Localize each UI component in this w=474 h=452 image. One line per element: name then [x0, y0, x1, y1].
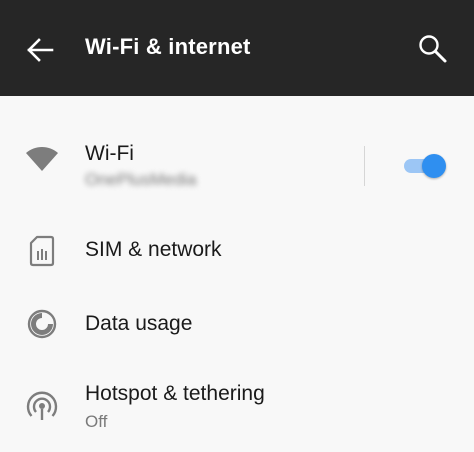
- arrow-back-icon: [27, 38, 54, 62]
- search-button[interactable]: [412, 28, 454, 70]
- back-button[interactable]: [20, 30, 60, 70]
- data-usage-label: Data usage: [85, 312, 193, 335]
- list-item-data-usage[interactable]: Data usage: [0, 296, 474, 352]
- hotspot-icon-wrap: [22, 386, 62, 426]
- data-usage-icon-wrap: [22, 304, 62, 344]
- wifi-icon-wrap: [22, 139, 62, 179]
- wifi-icon: [26, 147, 58, 171]
- list-item-hotspot-tethering[interactable]: Hotspot & tethering Off: [0, 368, 474, 440]
- hotspot-icon: [26, 391, 58, 420]
- wifi-toggle[interactable]: [402, 154, 446, 178]
- sim-card-icon: [29, 235, 55, 267]
- wifi-network-name: OnePlusMedia: [85, 170, 197, 189]
- wifi-divider: [364, 146, 365, 186]
- data-usage-icon: [27, 309, 57, 339]
- sim-network-label: SIM & network: [85, 238, 222, 261]
- wifi-label: Wi-Fi: [85, 142, 134, 165]
- settings-list: Wi-Fi OnePlusMedia SIM & network Data us…: [0, 96, 474, 452]
- search-icon: [419, 35, 447, 63]
- hotspot-label: Hotspot & tethering: [85, 382, 265, 405]
- list-item-sim-network[interactable]: SIM & network: [0, 224, 474, 280]
- toggle-thumb: [422, 154, 446, 178]
- sim-card-icon-wrap: [22, 231, 62, 271]
- page-title: Wi-Fi & internet: [85, 34, 251, 59]
- hotspot-status: Off: [85, 412, 108, 431]
- app-bar: Wi-Fi & internet: [0, 0, 474, 96]
